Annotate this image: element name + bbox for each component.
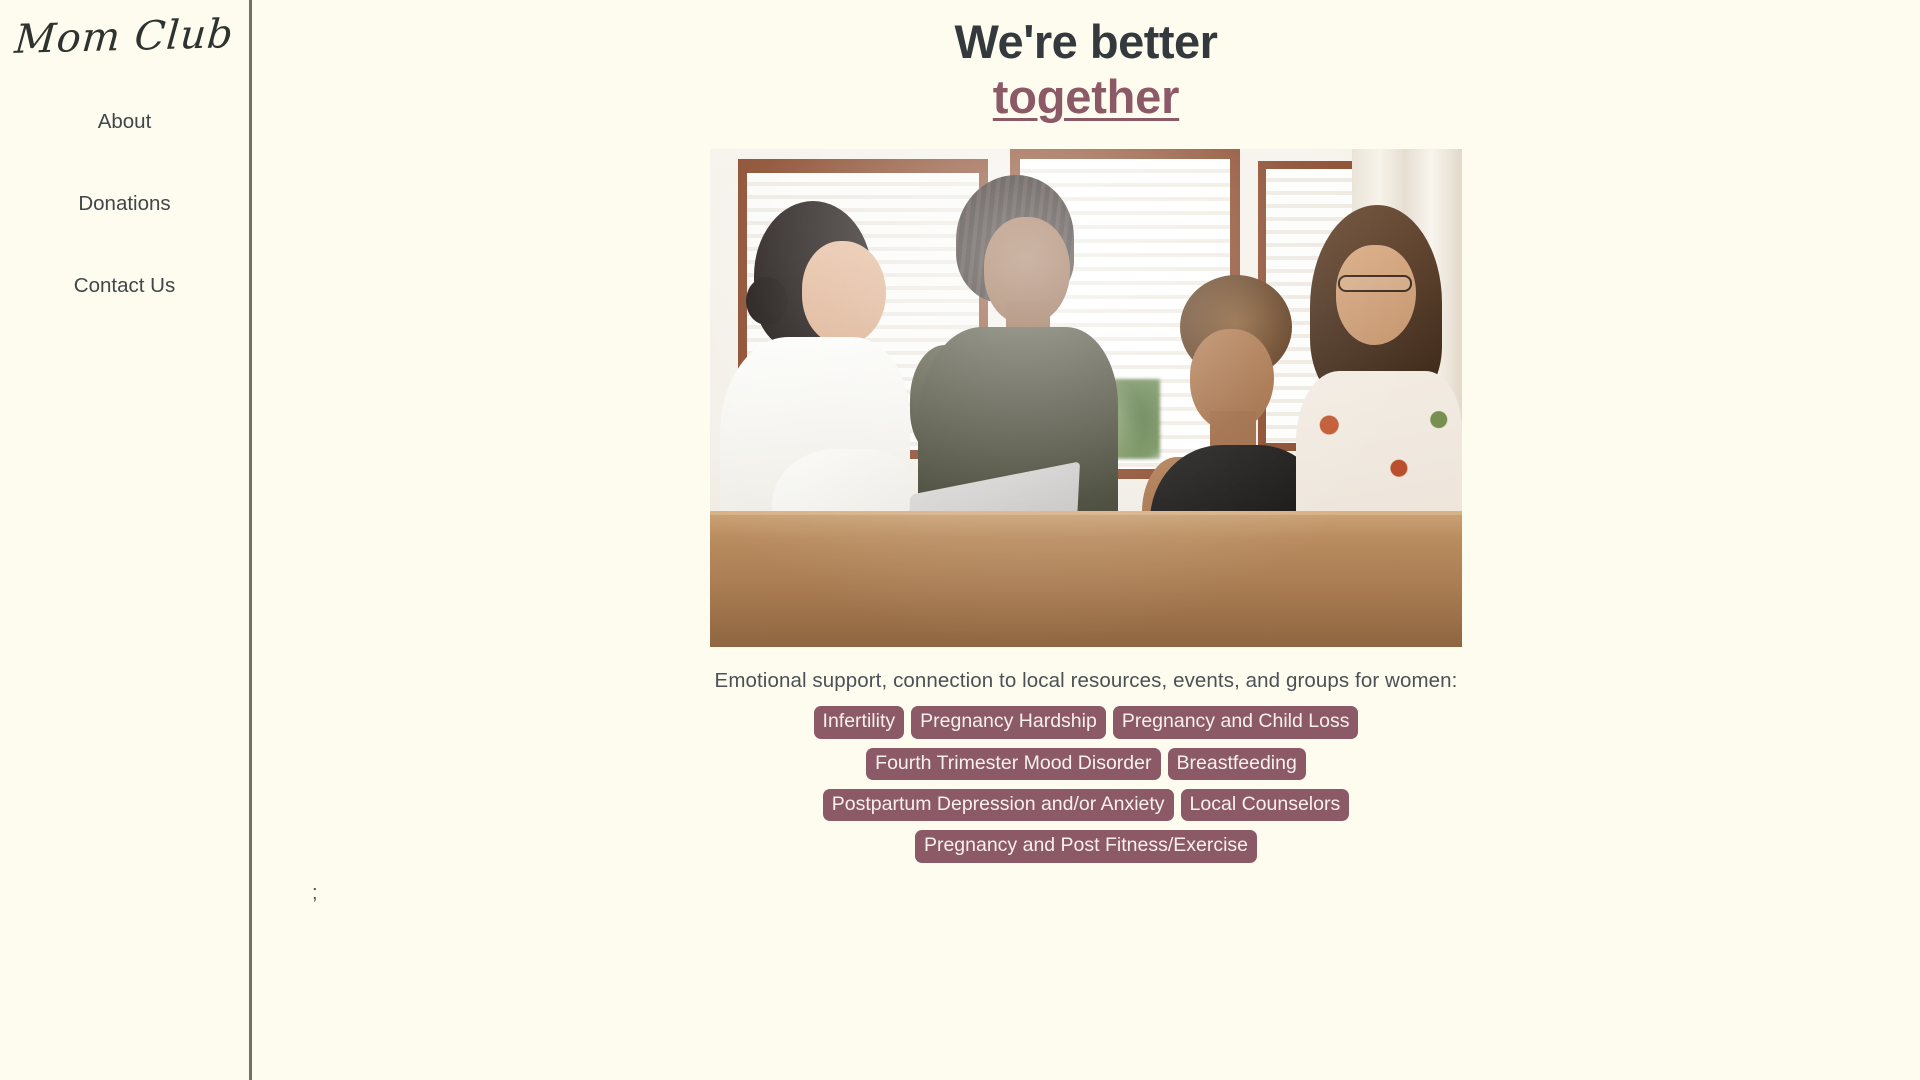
sidebar-nav: About Donations Contact Us	[0, 104, 249, 350]
support-description: Emotional support, connection to local r…	[714, 669, 1458, 693]
tag-row: Pregnancy and Post Fitness/Exercise	[252, 830, 1920, 863]
sidebar-item-about[interactable]: About	[0, 104, 249, 140]
tag-pregnancy-hardship[interactable]: Pregnancy Hardship	[911, 706, 1106, 739]
tag-row: Fourth Trimester Mood Disorder Breastfee…	[252, 747, 1920, 780]
tag-local-counselors[interactable]: Local Counselors	[1180, 789, 1350, 822]
photo-woman-1-bun	[746, 277, 788, 326]
tag-postpartum-depression-and-or-anxiety[interactable]: Postpartum Depression and/or Anxiety	[822, 789, 1174, 822]
stray-text-mark: ;	[312, 882, 318, 904]
page-title-line-2-accent: together	[992, 69, 1180, 123]
photo-woman-4-glasses	[1338, 275, 1412, 293]
hero-photo-container	[710, 149, 1462, 648]
tag-breastfeeding[interactable]: Breastfeeding	[1167, 747, 1306, 780]
photo-wooden-table	[710, 515, 1462, 648]
tag-infertility[interactable]: Infertility	[813, 706, 905, 739]
sidebar-item-contact-us[interactable]: Contact Us	[0, 268, 249, 304]
photo-woman-1-face	[802, 241, 886, 346]
page-title: We're better together	[252, 0, 1920, 123]
brand-logo[interactable]: Mom Club	[13, 11, 236, 63]
tag-row: Postpartum Depression and/or Anxiety Loc…	[252, 789, 1920, 822]
main-content: We're better together Emotional support,…	[252, 0, 1920, 1080]
support-topic-tag-list: Infertility Pregnancy Hardship Pregnancy…	[252, 706, 1920, 863]
sidebar: Mom Club About Donations Contact Us	[0, 0, 252, 1080]
page-title-line-1: We're better	[954, 15, 1218, 68]
tag-fourth-trimester-mood-disorder[interactable]: Fourth Trimester Mood Disorder	[866, 747, 1161, 780]
tag-row: Infertility Pregnancy Hardship Pregnancy…	[252, 706, 1920, 739]
tag-pregnancy-and-child-loss[interactable]: Pregnancy and Child Loss	[1112, 706, 1359, 739]
sidebar-item-donations[interactable]: Donations	[0, 186, 249, 222]
group-of-women-around-table-photo	[710, 149, 1462, 648]
tag-pregnancy-and-post-fitness-exercise[interactable]: Pregnancy and Post Fitness/Exercise	[914, 830, 1258, 863]
